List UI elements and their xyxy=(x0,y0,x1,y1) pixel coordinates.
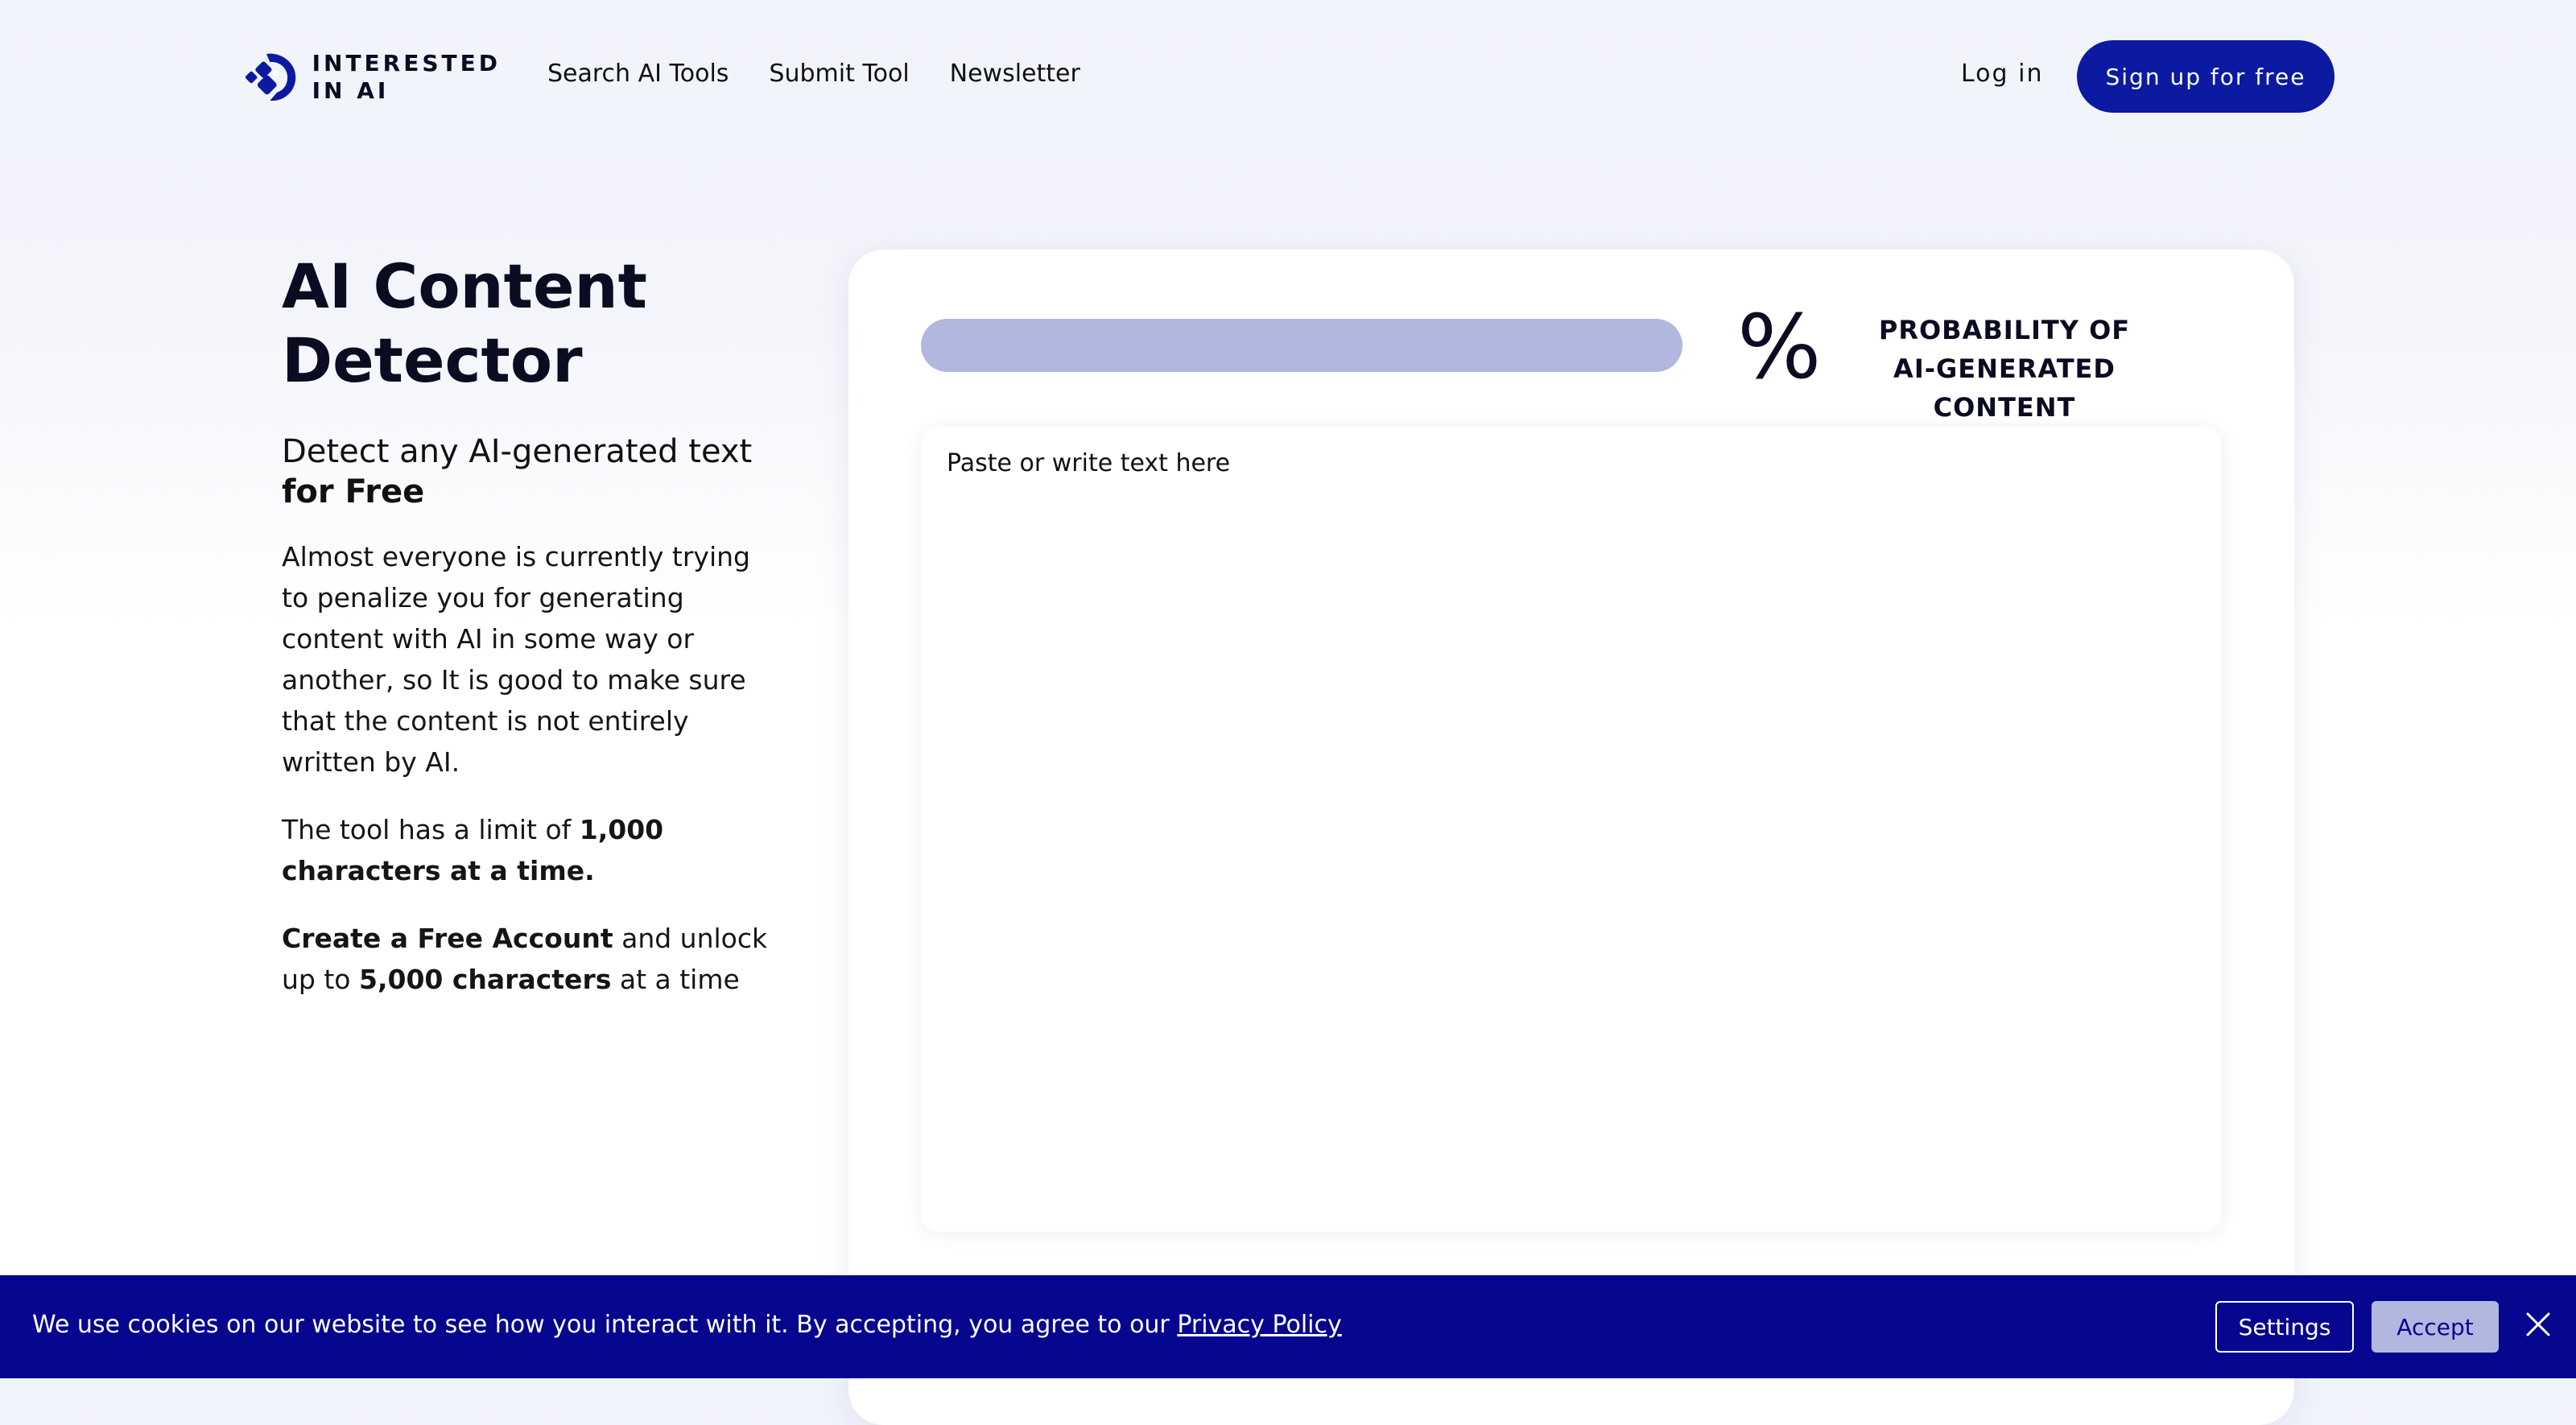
probability-label-line-1: PROBABILITY OF xyxy=(1878,315,2131,345)
nav-submit-tool[interactable]: Submit Tool xyxy=(769,60,909,88)
login-link[interactable]: Log in xyxy=(1961,60,2043,88)
limit-prefix: The tool has a limit of xyxy=(282,814,580,845)
limit-note: The tool has a limit of 1,000 characters… xyxy=(282,809,781,891)
signup-button[interactable]: Sign up for free xyxy=(2077,40,2334,113)
close-icon[interactable] xyxy=(2524,1311,2552,1338)
main-nav: Search AI Tools Submit Tool Newsletter xyxy=(547,60,1080,88)
brand-wordmark: INTERESTED IN AI xyxy=(312,50,501,105)
hero-subtitle: Detect any AI-generated text for Free xyxy=(282,432,781,512)
hero-section: AI Content Detector Detect any AI-genera… xyxy=(282,250,781,1026)
probability-label: PROBABILITY OF AI-GENERATED CONTENT xyxy=(1843,311,2165,427)
brand-line-1: INTERESTED xyxy=(312,50,501,76)
probability-bar xyxy=(921,319,1682,372)
account-note: Create a Free Account and unlock up to 5… xyxy=(282,918,781,1000)
hero-description: Almost everyone is currently trying to p… xyxy=(282,541,750,778)
percent-readout: % xyxy=(1737,295,1822,399)
text-input[interactable] xyxy=(921,427,2222,1232)
brand-logo[interactable]: INTERESTED IN AI xyxy=(243,42,501,113)
nav-newsletter[interactable]: Newsletter xyxy=(950,60,1080,88)
account-strong: Create a Free Account xyxy=(282,923,613,954)
cookie-message: We use cookies on our website to see how… xyxy=(32,1311,1342,1339)
account-suffix: at a time xyxy=(611,964,740,995)
cookie-text: We use cookies on our website to see how… xyxy=(32,1311,1178,1339)
cookie-banner: We use cookies on our website to see how… xyxy=(0,1275,2576,1378)
cookie-settings-button[interactable]: Settings xyxy=(2215,1301,2354,1353)
nav-search-ai-tools[interactable]: Search AI Tools xyxy=(547,60,729,88)
account-value: 5,000 characters xyxy=(358,964,612,995)
site-header: INTERESTED IN AI Search AI Tools Submit … xyxy=(0,0,2576,153)
subtitle-strong: for Free xyxy=(282,473,425,510)
cookie-accept-button[interactable]: Accept xyxy=(2372,1301,2499,1353)
logo-icon xyxy=(245,53,296,101)
subtitle-text: Detect any AI-generated text xyxy=(282,433,753,470)
detector-card: % PROBABILITY OF AI-GENERATED CONTENT xyxy=(848,250,2294,1425)
probability-label-line-2: AI-GENERATED CONTENT xyxy=(1893,353,2116,423)
privacy-policy-link[interactable]: Privacy Policy xyxy=(1177,1311,1341,1339)
page-title: AI Content Detector xyxy=(282,250,647,396)
brand-line-2: IN AI xyxy=(312,77,390,104)
